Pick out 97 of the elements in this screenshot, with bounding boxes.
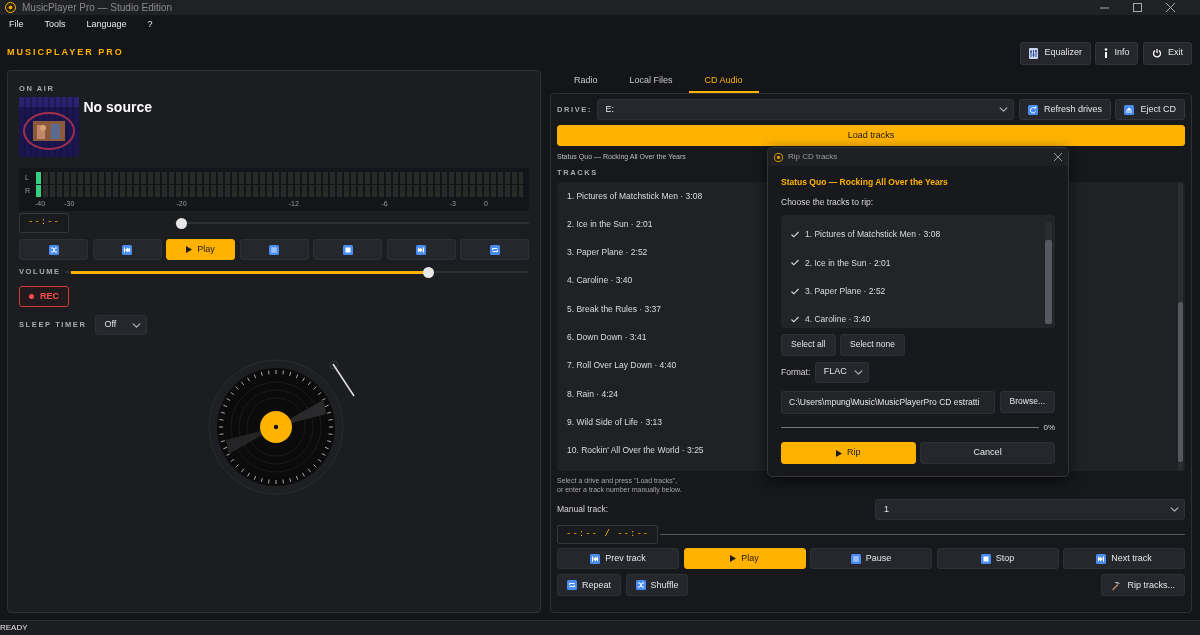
- power-icon: [1152, 48, 1162, 58]
- previous-button[interactable]: [92, 239, 162, 260]
- refresh-button[interactable]: Refresh drives: [1018, 99, 1111, 120]
- repeat-icon: [489, 244, 500, 255]
- exit-button[interactable]: Exit: [1143, 41, 1192, 65]
- check-icon[interactable]: [791, 287, 799, 295]
- next-icon: [1096, 553, 1107, 564]
- maximize-icon[interactable]: [1133, 3, 1142, 12]
- next-button[interactable]: [386, 239, 456, 260]
- record-button[interactable]: REC: [19, 286, 69, 307]
- track-item[interactable]: 5. Break the Rules · 3:37: [557, 294, 704, 324]
- time-display: --:-- / --:--: [557, 524, 659, 545]
- repeat-button[interactable]: Repeat: [557, 574, 622, 597]
- play-icon: [836, 449, 843, 457]
- next-icon: [416, 244, 426, 255]
- scrollbar[interactable]: [1178, 181, 1183, 471]
- check-icon[interactable]: [791, 316, 799, 324]
- play-icon: [186, 246, 193, 253]
- info-icon: [1104, 48, 1109, 58]
- menu-item[interactable]: Tools: [39, 18, 76, 32]
- drive-select[interactable]: E:: [596, 99, 1015, 120]
- load-tracks-button[interactable]: Load tracks: [557, 125, 1185, 146]
- close-icon[interactable]: [1054, 153, 1062, 161]
- track-option[interactable]: 1. Pictures of Matchstick Men · 3:08: [791, 220, 941, 249]
- track-item[interactable]: 10. Rockin' All Over the World · 3:25: [557, 436, 704, 465]
- window-title: MusicPlayer Pro — Studio Edition: [22, 1, 173, 15]
- shuffle-icon: [48, 244, 59, 255]
- track-item[interactable]: 3. Paper Plane · 2:52: [557, 238, 704, 267]
- manual-track-select[interactable]: 1: [875, 498, 1185, 520]
- stop-button[interactable]: [313, 239, 382, 260]
- shuffle-button[interactable]: Shuffle: [625, 574, 689, 597]
- dialog-title: Rip CD tracks: [788, 151, 838, 163]
- next-track-button[interactable]: Next track: [1063, 548, 1185, 570]
- time-display: --:--: [19, 213, 69, 233]
- equalizer-button[interactable]: Equalizer: [1020, 41, 1091, 65]
- play-button[interactable]: Play: [683, 548, 806, 570]
- check-icon[interactable]: [791, 259, 799, 267]
- menu-item[interactable]: Language: [81, 18, 137, 32]
- refresh-icon: [1027, 104, 1038, 115]
- previous-track-button[interactable]: Prev track: [557, 548, 679, 570]
- check-icon[interactable]: [791, 231, 799, 239]
- equalizer-icon: [1029, 47, 1039, 59]
- play-button[interactable]: Play: [166, 239, 235, 260]
- scrollbar[interactable]: [1045, 221, 1052, 324]
- app-brand: MUSICPLAYER PRO: [7, 46, 124, 60]
- stop-button[interactable]: Stop: [936, 548, 1059, 570]
- app-logo-icon: [774, 152, 783, 162]
- pause-icon: [850, 553, 861, 564]
- select-none-button[interactable]: Select none: [840, 333, 905, 356]
- menu-item[interactable]: File: [4, 18, 34, 32]
- progress-reading: 0%: [1043, 421, 1055, 434]
- pause-icon: [269, 244, 279, 255]
- previous-icon: [590, 553, 601, 564]
- track-item[interactable]: 7. Roll Over Lay Down · 4:40: [557, 351, 704, 380]
- track-item[interactable]: 1. Pictures of Matchstick Men · 3:08: [557, 181, 704, 211]
- menu-item[interactable]: ?: [142, 18, 163, 32]
- sleep-timer-select[interactable]: Off: [95, 315, 148, 335]
- track-option[interactable]: 2. Ice in the Sun · 2:01: [791, 248, 941, 278]
- pause-button[interactable]: Pause: [810, 548, 932, 570]
- manual-track-label: Manual track:: [557, 503, 610, 516]
- track-option[interactable]: 4. Caroline · 3:40: [791, 305, 941, 334]
- stop-icon: [980, 553, 991, 564]
- track-item[interactable]: 6. Down Down · 3:41: [557, 323, 704, 352]
- track-item[interactable]: 8. Rain · 4:24: [557, 379, 704, 409]
- eject-button[interactable]: Eject CD: [1115, 99, 1185, 120]
- track-item[interactable]: 9. Wild Side of Life · 3:13: [557, 408, 704, 437]
- dialog-prompt: Choose the tracks to rip:: [781, 195, 875, 209]
- tab[interactable]: Radio: [558, 70, 614, 93]
- pause-button[interactable]: [239, 239, 309, 260]
- previous-icon: [122, 244, 132, 255]
- rip-tracks-button[interactable]: Rip tracks...: [1101, 574, 1185, 597]
- rip-button[interactable]: Rip: [781, 442, 916, 464]
- browse-button[interactable]: Browse...: [999, 390, 1055, 413]
- status-text: READY: [0, 622, 28, 634]
- stop-icon: [342, 244, 353, 255]
- format-label: Format:: [781, 365, 811, 379]
- repeat-icon: [567, 580, 577, 591]
- record-dot-icon: [29, 294, 34, 299]
- eject-icon: [1124, 104, 1135, 115]
- close-icon[interactable]: [1166, 3, 1175, 12]
- select-all-button[interactable]: Select all: [781, 333, 836, 356]
- slider-thumb[interactable]: [423, 266, 435, 278]
- shuffle-icon: [635, 580, 646, 591]
- tab[interactable]: Local Files: [613, 70, 689, 93]
- slider-thumb[interactable]: [176, 217, 187, 229]
- album-title: Status Quo — Rocking All Over the Years: [781, 176, 949, 189]
- track-option[interactable]: 3. Paper Plane · 2:52: [791, 277, 941, 306]
- info-button[interactable]: Info: [1095, 41, 1139, 65]
- format-select[interactable]: FLAC: [814, 361, 869, 383]
- repeat-button[interactable]: [460, 239, 529, 260]
- source-title: No source: [83, 97, 152, 117]
- track-item[interactable]: 2. Ice in the Sun · 2:01: [557, 210, 704, 239]
- play-icon: [730, 555, 737, 563]
- track-item[interactable]: 4. Caroline · 3:40: [557, 266, 704, 295]
- shuffle-button[interactable]: [19, 239, 88, 260]
- folder-path-field[interactable]: C:\Users\mpung\Music\MusicPlayerPro CD estratti: [781, 390, 996, 414]
- cancel-button[interactable]: Cancel: [920, 442, 1055, 464]
